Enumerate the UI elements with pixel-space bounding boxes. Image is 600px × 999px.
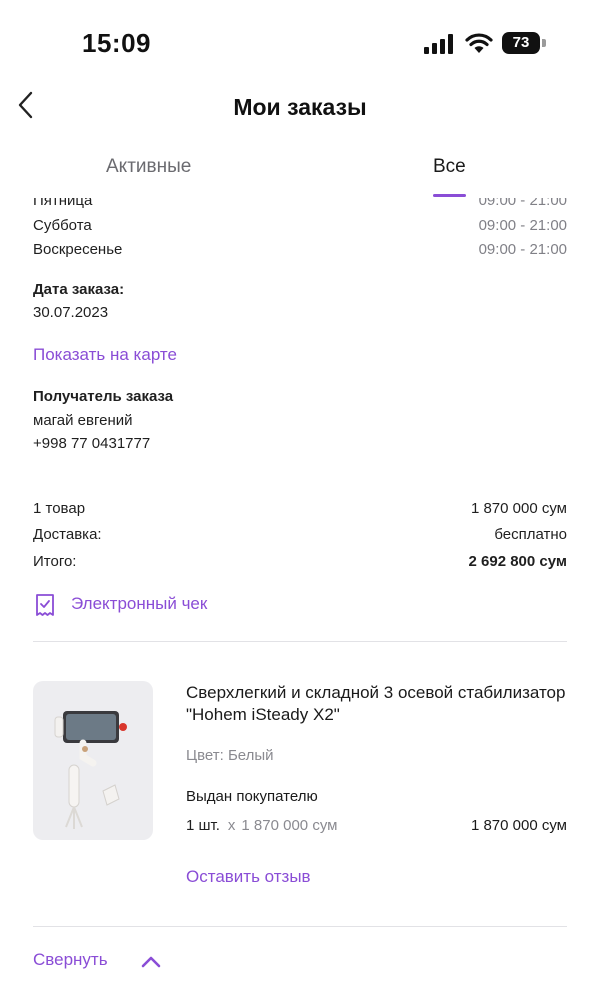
collapse-button[interactable]: Свернуть xyxy=(33,950,161,970)
schedule-day: Воскресенье xyxy=(33,241,123,258)
battery-tip xyxy=(542,39,546,47)
tab-all[interactable]: Все xyxy=(433,156,466,178)
order-date-value: 30.07.2023 xyxy=(33,304,109,321)
product-status: Выдан покупателю xyxy=(186,788,318,805)
schedule-hours: 09:00 - 21:00 xyxy=(478,217,567,234)
quantity-multiplier: x xyxy=(227,817,236,834)
order-details[interactable]: Пятница 09:00 - 21:00 Суббота 09:00 - 21… xyxy=(0,198,600,999)
tab-indicator xyxy=(433,194,466,197)
chevron-up-icon xyxy=(141,956,161,968)
receipt-icon xyxy=(36,594,54,616)
gimbal-illustration xyxy=(54,711,127,829)
show-on-map-link[interactable]: Показать на карте xyxy=(33,345,177,365)
wifi-icon xyxy=(465,33,493,53)
product-name[interactable]: Сверхлегкий и складной 3 осевой стабилиз… xyxy=(186,682,566,726)
divider xyxy=(33,641,567,642)
quantity-value: 1 шт. xyxy=(186,817,220,834)
product-quantity: 1 шт. x 1 870 000 сум xyxy=(186,817,337,834)
leave-review-link[interactable]: Оставить отзыв xyxy=(186,867,311,887)
status-bar: 15:09 73 xyxy=(0,0,600,80)
recipient-name: магай евгений xyxy=(33,412,133,429)
schedule-hours: 09:00 - 21:00 xyxy=(478,198,567,209)
schedule-day: Суббота xyxy=(33,217,92,234)
unit-price: 1 870 000 сум xyxy=(241,817,338,834)
battery-level: 73 xyxy=(502,32,540,54)
status-time: 15:09 xyxy=(82,28,151,58)
divider xyxy=(33,926,567,927)
total-value: 2 692 800 сум xyxy=(468,553,567,570)
schedule-day: Пятница xyxy=(33,198,93,209)
tabs: Активные Все xyxy=(0,148,600,198)
e-receipt-label: Электронный чек xyxy=(71,594,208,613)
recipient-label: Получатель заказа xyxy=(33,388,174,405)
page-title: Мои заказы xyxy=(233,94,367,120)
order-date-label: Дата заказа: xyxy=(33,281,125,298)
delivery-value: бесплатно xyxy=(494,526,567,543)
tab-active[interactable]: Активные xyxy=(106,156,191,178)
cellular-signal-icon xyxy=(424,34,453,54)
product-color: Цвет: Белый xyxy=(186,747,274,764)
items-label: 1 товар xyxy=(33,500,86,517)
total-label: Итого: xyxy=(33,553,77,570)
battery-icon: 73 xyxy=(502,32,546,54)
delivery-label: Доставка: xyxy=(33,526,102,543)
items-value: 1 870 000 сум xyxy=(470,500,567,517)
product-image[interactable] xyxy=(33,681,153,840)
header: Мои заказы xyxy=(0,82,600,132)
schedule-hours: 09:00 - 21:00 xyxy=(478,241,567,258)
product-total: 1 870 000 сум xyxy=(470,817,567,834)
recipient-phone: +998 77 0431777 xyxy=(33,435,151,452)
collapse-label: Свернуть xyxy=(33,950,108,969)
